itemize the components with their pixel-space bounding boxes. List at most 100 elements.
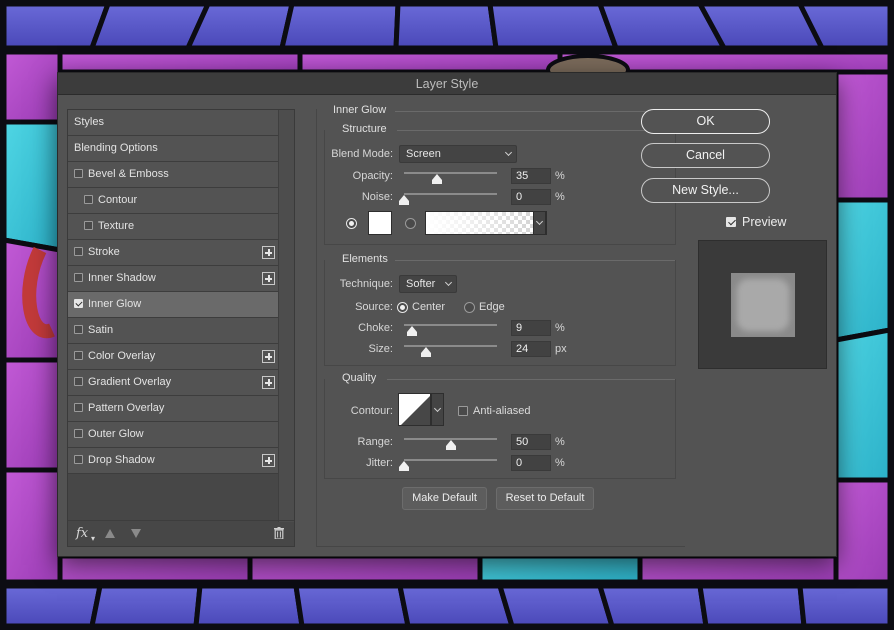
opacity-unit: % — [555, 170, 565, 182]
style-item-checkbox[interactable] — [74, 273, 83, 282]
contour-curve-icon — [401, 396, 430, 425]
style-item-checkbox[interactable] — [74, 351, 83, 360]
make-default-button[interactable]: Make Default — [402, 487, 487, 510]
style-item-checkbox[interactable] — [74, 403, 83, 412]
inner-glow-panel: Inner Glow Structure Blend Mode: Screen … — [316, 104, 685, 547]
new-style-button[interactable]: New Style... — [641, 178, 770, 203]
style-item-checkbox[interactable] — [74, 169, 83, 178]
chevron-down-icon — [535, 217, 544, 226]
style-item-blending-options[interactable]: Blending Options — [68, 136, 279, 162]
blend-mode-select[interactable]: Screen — [399, 145, 517, 163]
styles-list-scrollbar[interactable] — [278, 110, 294, 522]
size-slider-track[interactable] — [404, 345, 497, 347]
glow-color-swatch[interactable] — [368, 211, 392, 235]
arrow-up-icon[interactable] — [105, 529, 115, 538]
style-item-satin[interactable]: Satin — [68, 318, 279, 344]
style-item-checkbox[interactable] — [74, 325, 83, 334]
gradient-radio[interactable] — [405, 218, 416, 229]
blend-mode-label: Blend Mode: — [331, 148, 393, 160]
technique-select[interactable]: Softer — [399, 275, 457, 293]
opacity-slider-thumb[interactable] — [431, 174, 442, 184]
technique-label: Technique: — [339, 278, 393, 290]
source-edge-radio[interactable] — [464, 302, 475, 313]
noise-slider-track[interactable] — [404, 193, 497, 195]
dialog-title: Layer Style — [58, 73, 836, 95]
chevron-down-icon — [504, 148, 513, 157]
style-item-texture[interactable]: Texture — [68, 214, 279, 240]
heading-divider — [395, 111, 685, 112]
style-item-checkbox[interactable] — [74, 377, 83, 386]
contour-dropdown[interactable] — [431, 393, 444, 426]
style-item-styles[interactable]: Styles — [68, 110, 279, 136]
trash-icon[interactable] — [274, 527, 284, 539]
cancel-button[interactable]: Cancel — [641, 143, 770, 168]
gradient-dropdown[interactable] — [533, 211, 546, 235]
style-item-stroke[interactable]: Stroke — [68, 240, 279, 266]
style-item-pattern-overlay[interactable]: Pattern Overlay — [68, 396, 279, 422]
style-item-label: Outer Glow — [88, 428, 144, 440]
style-item-checkbox[interactable] — [84, 195, 93, 204]
style-item-checkbox[interactable] — [84, 221, 93, 230]
ok-button[interactable]: OK — [641, 109, 770, 134]
style-item-inner-shadow[interactable]: Inner Shadow — [68, 266, 279, 292]
size-slider-thumb[interactable] — [421, 347, 432, 357]
jitter-slider-track[interactable] — [404, 459, 497, 461]
style-item-drop-shadow[interactable]: Drop Shadow — [68, 448, 279, 474]
choke-slider-thumb[interactable] — [407, 326, 418, 336]
style-item-checkbox[interactable] — [74, 247, 83, 256]
choke-input[interactable]: 9 — [511, 320, 551, 336]
style-item-label: Bevel & Emboss — [88, 168, 169, 180]
noise-input[interactable]: 0 — [511, 189, 551, 205]
contour-picker[interactable] — [398, 393, 431, 426]
reset-to-default-button[interactable]: Reset to Default — [496, 487, 594, 510]
glow-gradient-picker[interactable] — [425, 211, 547, 235]
style-item-outer-glow[interactable]: Outer Glow — [68, 422, 279, 448]
jitter-input[interactable]: 0 — [511, 455, 551, 471]
fx-icon[interactable]: fx — [76, 526, 88, 541]
chevron-down-icon — [444, 278, 453, 287]
style-item-gradient-overlay[interactable]: Gradient Overlay — [68, 370, 279, 396]
style-item-label: Drop Shadow — [88, 454, 155, 466]
styles-list-footer: fx ▾ — [68, 520, 294, 546]
range-slider-thumb[interactable] — [445, 440, 456, 450]
range-input[interactable]: 50 — [511, 434, 551, 450]
choke-label: Choke: — [358, 322, 393, 334]
preview-checkbox[interactable] — [726, 217, 736, 227]
styles-list-panel: Styles Blending Options Bevel & Emboss Cont… — [67, 109, 295, 547]
preview-swatch — [731, 273, 795, 337]
style-item-label: Styles — [74, 116, 104, 128]
add-effect-plus-icon[interactable] — [262, 350, 275, 363]
choke-unit: % — [555, 322, 565, 334]
choke-slider-track[interactable] — [404, 324, 497, 326]
arrow-down-icon[interactable] — [131, 529, 141, 538]
noise-label: Noise: — [361, 191, 393, 203]
style-item-color-overlay[interactable]: Color Overlay — [68, 344, 279, 370]
opacity-slider-track[interactable] — [404, 172, 497, 174]
style-item-checkbox[interactable] — [74, 429, 83, 438]
size-input[interactable]: 24 — [511, 341, 551, 357]
size-label: Size: — [368, 343, 393, 355]
opacity-input[interactable]: 35 — [511, 168, 551, 184]
noise-slider-thumb[interactable] — [399, 195, 409, 205]
jitter-slider-thumb[interactable] — [399, 461, 409, 471]
style-item-label: Color Overlay — [88, 350, 156, 362]
style-item-bevel-emboss[interactable]: Bevel & Emboss — [68, 162, 279, 188]
styles-list: Styles Blending Options Bevel & Emboss Cont… — [68, 110, 279, 474]
blend-mode-value: Screen — [406, 148, 441, 160]
size-unit: px — [555, 343, 567, 355]
style-item-label: Stroke — [88, 246, 120, 258]
add-effect-plus-icon[interactable] — [262, 454, 275, 467]
add-effect-plus-icon[interactable] — [262, 246, 275, 259]
style-item-label: Inner Glow — [88, 298, 142, 310]
solid-color-radio[interactable] — [346, 218, 357, 229]
chevron-down-icon — [433, 404, 442, 413]
anti-aliased-checkbox[interactable] — [458, 406, 468, 416]
source-center-radio[interactable] — [397, 302, 408, 313]
style-item-checkbox[interactable] — [74, 455, 83, 464]
add-effect-plus-icon[interactable] — [262, 376, 275, 389]
anti-aliased-label: Anti-aliased — [473, 405, 531, 417]
style-item-inner-glow[interactable]: Inner Glow — [68, 292, 279, 318]
add-effect-plus-icon[interactable] — [262, 272, 275, 285]
style-item-checkbox[interactable] — [74, 299, 83, 308]
style-item-contour[interactable]: Contour — [68, 188, 279, 214]
